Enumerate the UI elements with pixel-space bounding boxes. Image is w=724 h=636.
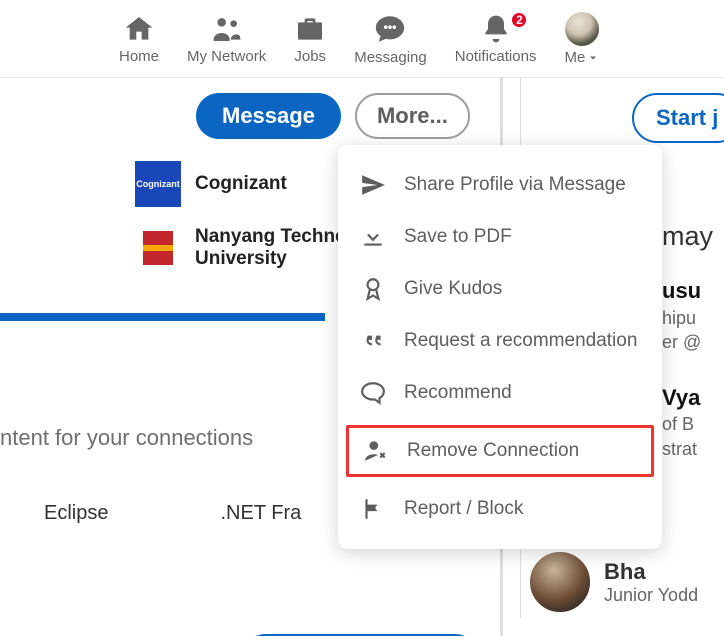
nav-jobs-label: Jobs — [294, 48, 326, 65]
company-name: Cognizant — [195, 173, 287, 195]
separator-bar — [0, 313, 325, 321]
nav-notifications[interactable]: 2 Notifications — [441, 13, 551, 65]
chevron-down-icon — [587, 49, 599, 66]
suggestion-item[interactable]: Bha Junior Yodd — [528, 550, 698, 614]
menu-save-pdf[interactable]: Save to PDF — [338, 211, 662, 263]
suggestion-item[interactable]: usu hipu er @ — [662, 276, 713, 354]
skill-pill[interactable]: Eclipse — [44, 502, 108, 525]
download-icon — [360, 224, 386, 250]
menu-label: Save to PDF — [404, 226, 512, 248]
skills-row: Eclipse .NET Fra — [44, 502, 301, 525]
nav-home-label: Home — [119, 48, 159, 65]
suggestion-name: Bha — [604, 559, 698, 585]
suggestion-item[interactable]: Vya of B strat — [662, 383, 713, 461]
company-logo-ntu — [135, 225, 181, 271]
menu-share-profile[interactable]: Share Profile via Message — [338, 159, 662, 211]
suggestion-name: Vya — [662, 383, 713, 413]
people-icon — [211, 13, 243, 45]
nav-messaging-label: Messaging — [354, 49, 427, 66]
menu-report-block[interactable]: Report / Block — [338, 483, 662, 535]
menu-recommend[interactable]: Recommend — [338, 367, 662, 419]
experience-item[interactable]: Cognizant Cognizant — [135, 161, 355, 207]
send-icon — [360, 172, 386, 198]
menu-give-kudos[interactable]: Give Kudos — [338, 263, 662, 315]
quote-icon — [360, 328, 386, 354]
bell-icon — [480, 13, 512, 45]
home-icon — [123, 13, 155, 45]
nav-network-label: My Network — [187, 48, 266, 65]
experience-item[interactable]: Nanyang Techno University — [135, 225, 355, 271]
suggestion-sub: strat — [662, 437, 713, 461]
award-icon — [360, 276, 386, 302]
nav-notifications-label: Notifications — [455, 48, 537, 65]
more-button[interactable]: More... — [355, 93, 470, 139]
profile-action-row: Message More... — [196, 93, 470, 139]
suggestions-heading: may — [662, 218, 713, 254]
menu-label: Give Kudos — [404, 278, 502, 300]
nav-jobs[interactable]: Jobs — [280, 13, 340, 65]
briefcase-icon — [294, 13, 326, 45]
more-dropdown: Share Profile via Message Save to PDF Gi… — [338, 145, 662, 549]
suggestion-sub: of B — [662, 412, 713, 436]
suggestion-sub: hipu — [662, 306, 713, 330]
menu-remove-connection[interactable]: Remove Connection — [346, 425, 654, 477]
menu-label: Request a recommendation — [404, 330, 637, 352]
menu-label: Recommend — [404, 382, 512, 404]
nav-home[interactable]: Home — [105, 13, 173, 65]
top-nav: Home My Network Jobs Messaging 2 Notific… — [0, 0, 724, 78]
menu-request-recommendation[interactable]: Request a recommendation — [338, 315, 662, 367]
menu-label: Share Profile via Message — [404, 174, 626, 196]
speech-icon — [360, 380, 386, 406]
flag-icon — [360, 496, 386, 522]
nav-me-label: Me — [564, 49, 599, 66]
avatar — [565, 12, 599, 46]
menu-label: Report / Block — [404, 498, 523, 520]
experience-list: Cognizant Cognizant Nanyang Techno Unive… — [135, 161, 355, 271]
menu-label: Remove Connection — [407, 440, 579, 462]
nav-me[interactable]: Me — [550, 12, 613, 66]
chat-icon — [373, 12, 407, 46]
start-post-button[interactable]: Start j — [632, 93, 724, 143]
nav-messaging[interactable]: Messaging — [340, 12, 441, 66]
page-body: Message More... Cognizant Cognizant Nany… — [0, 78, 724, 636]
company-logo-cognizant: Cognizant — [135, 161, 181, 207]
skill-pill[interactable]: .NET Fra — [220, 502, 301, 525]
message-button[interactable]: Message — [196, 93, 341, 139]
remove-person-icon — [363, 438, 389, 464]
avatar — [528, 550, 592, 614]
suggestion-name: usu — [662, 276, 713, 306]
suggestions-column: may usu hipu er @ Vya of B strat — [662, 218, 713, 489]
notification-badge: 2 — [510, 11, 528, 29]
suggestion-sub: er @ — [662, 330, 713, 354]
company-name: Nanyang Techno University — [195, 226, 355, 270]
nav-network[interactable]: My Network — [173, 13, 280, 65]
suggestion-sub: Junior Yodd — [604, 585, 698, 606]
section-subtitle: ntent for your connections — [0, 425, 253, 451]
